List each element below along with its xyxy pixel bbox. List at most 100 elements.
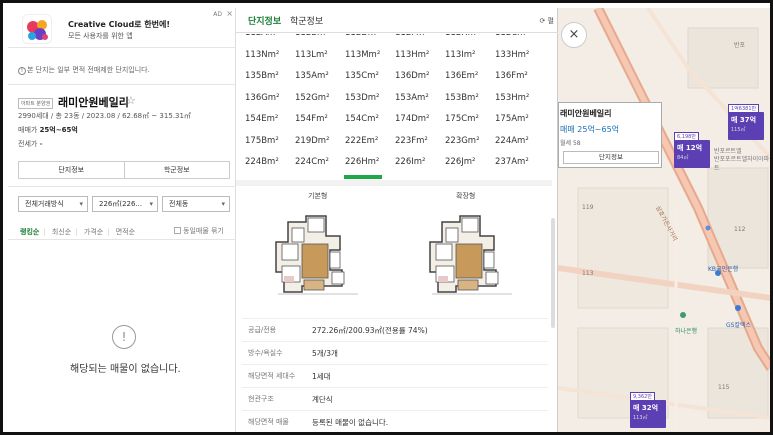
- size-option[interactable]: 136Fm²: [494, 67, 544, 89]
- empty-message: 해당되는 매물이 없습니다.: [70, 364, 181, 375]
- floorplan-extended-image[interactable]: [426, 204, 518, 304]
- size-option[interactable]: 315Cm²: [444, 175, 494, 180]
- sort-latest[interactable]: 최신순: [52, 228, 71, 236]
- size-option[interactable]: 226Hm²: [344, 153, 394, 175]
- sort-price[interactable]: 가격순: [84, 228, 103, 236]
- size-option[interactable]: 113Hm²: [394, 46, 444, 68]
- expand-toggle[interactable]: ⟳ 펼: [539, 16, 554, 26]
- size-option[interactable]: 224Bm²: [244, 153, 294, 175]
- size-option[interactable]: 226Im²: [394, 153, 444, 175]
- size-option[interactable]: 113Lm²: [294, 46, 344, 68]
- price-marker[interactable]: 1억6381만 매 37억 115㎡: [728, 104, 764, 140]
- tab-school-info[interactable]: 학군정보: [290, 14, 323, 27]
- size-option[interactable]: 174Dm²: [394, 110, 444, 132]
- popup-complex-info-button[interactable]: 단지정보: [563, 151, 659, 164]
- size-option[interactable]: 314Bm²: [394, 175, 444, 180]
- size-option[interactable]: 245Am²: [244, 175, 294, 180]
- info-key: 현관구조: [248, 395, 274, 403]
- size-option[interactable]: 135Cm²: [344, 67, 394, 89]
- price-marker[interactable]: 9,362만 매 32억 113㎡: [630, 392, 666, 428]
- info-key: 방수/욕실수: [248, 349, 283, 357]
- sort-bar: 랭킹순 | 최신순 | 가격순 | 면적순: [20, 228, 136, 236]
- size-option[interactable]: 113Mm²: [344, 46, 394, 68]
- ad-close-icon[interactable]: ×: [226, 9, 233, 18]
- size-option[interactable]: 224Cm²: [294, 153, 344, 175]
- floorplan-basic-image[interactable]: [272, 204, 364, 304]
- sort-ranking[interactable]: 랭킹순: [20, 228, 39, 236]
- size-option[interactable]: 224Am²: [494, 132, 544, 154]
- size-option[interactable]: 136Gm²: [244, 89, 294, 111]
- price-marker[interactable]: 6,198만 매 12억 84㎡: [674, 132, 710, 168]
- size-option[interactable]: 223Fm²: [394, 132, 444, 154]
- building-select[interactable]: 전체동 ▾: [162, 196, 230, 212]
- table-row: 해당면적 매물 등록된 매물이 없습니다.: [242, 410, 548, 432]
- filter-bar: 전체거래방식 ▾ 226㎡(226... ▾ 전체동 ▾: [18, 196, 230, 212]
- size-option[interactable]: 133Hm²: [494, 46, 544, 68]
- apartment-meta: 2990세대 / 총 23동 / 2023.08 / 62.68㎡ ~ 315.…: [18, 112, 191, 120]
- size-option[interactable]: 152Gm²: [294, 89, 344, 111]
- size-option[interactable]: 219Dm²: [294, 132, 344, 154]
- table-row: 해당면적 세대수 1세대: [242, 364, 548, 387]
- hana-bank-label[interactable]: 하나은행: [675, 326, 697, 335]
- map-complex-popup[interactable]: 래미안원베일리 매매 25억~65억 월세 58 단지정보: [558, 102, 662, 168]
- trade-type-select[interactable]: 전체거래방식 ▾: [18, 196, 88, 212]
- size-option[interactable]: 113Im²: [444, 46, 494, 68]
- size-option[interactable]: 315Am²: [494, 175, 544, 180]
- marker-count: 9,362만: [630, 392, 655, 401]
- map-close-icon[interactable]: ×: [561, 22, 587, 48]
- school-info-button[interactable]: 학군정보: [123, 162, 230, 178]
- map-label: 112: [734, 226, 746, 233]
- plan-extended-label: 확장형: [456, 192, 476, 200]
- same-listing-checkbox[interactable]: 동일매물 묶기: [174, 226, 224, 236]
- size-option[interactable]: 272Bm²: [344, 174, 382, 179]
- size-option[interactable]: 154Cm²: [344, 110, 394, 132]
- size-option[interactable]: 153Am²: [394, 89, 444, 111]
- size-option[interactable]: 112Bm²: [294, 34, 344, 46]
- size-option[interactable]: 113Nm²: [244, 46, 294, 68]
- marker-count: 6,198만: [674, 132, 699, 141]
- size-option[interactable]: 112Dm²: [344, 34, 394, 46]
- size-option[interactable]: 223Gm²: [444, 132, 494, 154]
- empty-alert-icon: !: [112, 325, 136, 349]
- ad-banner[interactable]: Creative Cloud로 한번에! 모든 사용자를 위한 앱 AD ×: [8, 8, 236, 48]
- chevron-down-icon: ▾: [79, 200, 83, 208]
- apartment-name: 래미안원베일리: [58, 96, 129, 109]
- complex-info-button[interactable]: 단지정보: [19, 162, 124, 178]
- gs-caltex-label[interactable]: GS칼텍스: [726, 320, 751, 329]
- size-option[interactable]: 272Am²: [294, 175, 344, 180]
- size-option[interactable]: 175Bm²: [244, 132, 294, 154]
- chevron-down-icon: ▾: [221, 200, 225, 208]
- info-value: 등록된 매물이 없습니다.: [312, 417, 389, 427]
- size-option[interactable]: 237Am²: [494, 153, 544, 175]
- size-option[interactable]: 112Am²: [244, 34, 294, 46]
- ad-subtitle: 모든 사용자를 위한 앱: [68, 32, 133, 40]
- size-option[interactable]: 222Em²: [344, 132, 394, 154]
- size-option[interactable]: 154Em²: [244, 110, 294, 132]
- size-option[interactable]: 226Jm²: [444, 153, 494, 175]
- size-option[interactable]: 112Hm²: [444, 34, 494, 46]
- size-option[interactable]: 175Am²: [494, 110, 544, 132]
- size-option[interactable]: 153Dm²: [344, 89, 394, 111]
- sort-area[interactable]: 면적순: [116, 228, 135, 236]
- size-option[interactable]: 135Bm²: [244, 67, 294, 89]
- info-value: 272.26㎡/200.93㎡(전용률 74%): [312, 325, 428, 335]
- favorite-star-icon[interactable]: ☆: [126, 94, 136, 107]
- chevron-down-icon: ▾: [149, 200, 153, 208]
- size-grid: 112Am²112Bm²112Dm²112Fm²112Hm²112Cm² 113N…: [244, 34, 544, 179]
- size-option[interactable]: 175Cm²: [444, 110, 494, 132]
- complex-detail-panel: 단지정보 학군정보 ⟳ 펼 112Am²112Bm²112Dm²112Fm²11…: [236, 8, 558, 432]
- scrollbar[interactable]: [551, 218, 555, 328]
- size-option[interactable]: 135Am²: [294, 67, 344, 89]
- size-option[interactable]: 112Fm²: [394, 34, 444, 46]
- kb-bank-label[interactable]: KB국민은행: [708, 264, 738, 273]
- ad-tag: AD: [213, 11, 222, 18]
- map-view[interactable]: × 래미안원베일리 매매 25억~65억 월세 58 단지정보 1억6381만 …: [558, 8, 770, 432]
- size-option[interactable]: 136Dm²: [394, 67, 444, 89]
- size-option[interactable]: 112Cm²: [494, 34, 544, 46]
- tab-complex-info[interactable]: 단지정보: [248, 14, 281, 27]
- size-option[interactable]: 153Bm²: [444, 89, 494, 111]
- area-select[interactable]: 226㎡(226... ▾: [92, 196, 158, 212]
- size-option[interactable]: 153Hm²: [494, 89, 544, 111]
- size-option[interactable]: 136Em²: [444, 67, 494, 89]
- size-option[interactable]: 154Fm²: [294, 110, 344, 132]
